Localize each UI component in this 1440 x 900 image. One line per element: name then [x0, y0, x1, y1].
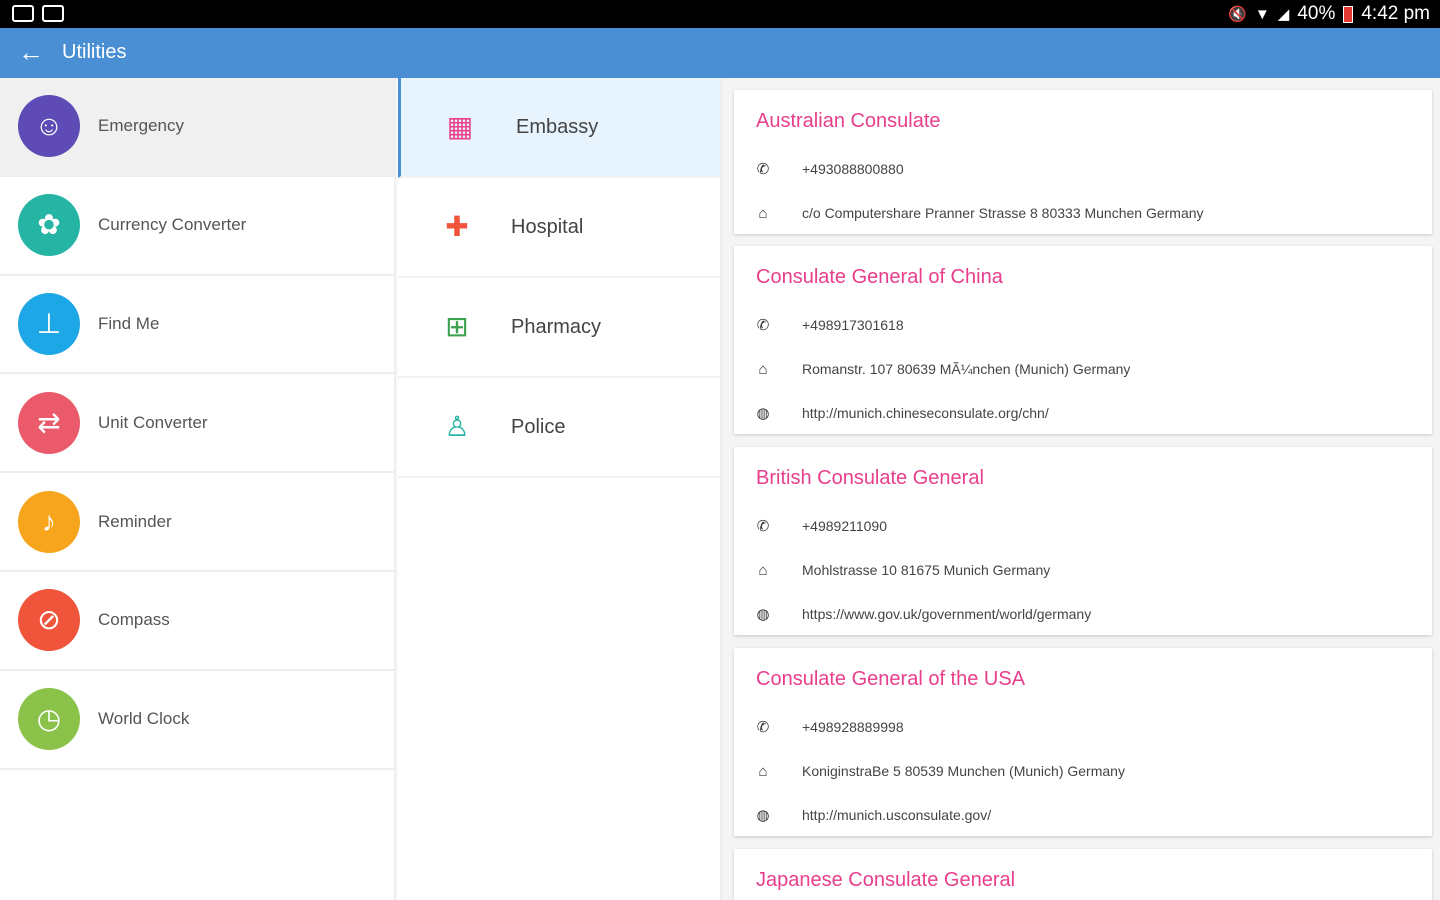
app-bar: ← Utilities	[0, 28, 1440, 78]
category-label: Police	[511, 415, 566, 438]
category-hospital[interactable]: ✚ Hospital	[398, 178, 720, 278]
sidebar-item-label: Emergency	[98, 116, 184, 136]
category-label: Pharmacy	[511, 315, 602, 338]
website-row[interactable]: ◍ https://www.gov.uk/government/world/ge…	[750, 603, 1091, 625]
address-row[interactable]: ⌂ Romanstr. 107 80639 MÃ¼nchen (Munich) …	[750, 358, 1130, 380]
home-icon: ⌂	[758, 561, 768, 579]
swap-icon: ⇄	[18, 391, 80, 454]
embassy-name: Australian Consulate	[756, 110, 941, 132]
battery-icon	[1343, 5, 1354, 23]
image-icon	[42, 5, 64, 22]
status-bar: 🔇 ▼ ◢ 40% 4:42 pm	[0, 0, 1440, 28]
embassy-list: Australian Consulate ✆ +493088800880 ⌂ c…	[722, 78, 1440, 900]
website-row[interactable]: ◍ http://munich.usconsulate.gov/	[750, 804, 991, 826]
phone-row[interactable]: ✆ +498917301618	[750, 314, 904, 336]
phone-number: +498928889998	[802, 719, 904, 735]
embassy-name: Japanese Consulate General	[756, 869, 1016, 891]
phone-icon: ✆	[756, 719, 770, 736]
website-link[interactable]: https://www.gov.uk/government/world/germ…	[802, 606, 1091, 622]
address-row[interactable]: ⌂ c/o Computershare Pranner Strasse 8 80…	[750, 202, 1203, 224]
phone-row[interactable]: ✆ +498928889998	[750, 716, 904, 738]
website-link[interactable]: http://munich.chineseconsulate.org/chn/	[802, 405, 1049, 421]
embassy-card[interactable]: Consulate General of China ✆ +4989173016…	[734, 246, 1432, 434]
sidebar-item-find-me[interactable]: ⊥ Find Me	[0, 276, 394, 375]
sidebar-item-world-clock[interactable]: ◷ World Clock	[0, 671, 394, 770]
category-pharmacy[interactable]: ⊞ Pharmacy	[398, 278, 720, 378]
address-row[interactable]: ⌂ Mohlstrasse 10 81675 Munich Germany	[750, 559, 1050, 581]
hospital-icon: ✚	[445, 211, 469, 242]
sidebar-item-reminder[interactable]: ♪ Reminder	[0, 473, 394, 572]
police-icon: ♙	[444, 411, 470, 442]
phone-icon: ✆	[756, 518, 770, 535]
home-icon: ⌂	[758, 762, 768, 780]
message-icon	[12, 5, 34, 22]
clock-icon: ◷	[18, 688, 80, 751]
emergency-icon: ☺	[18, 95, 80, 158]
home-icon: ⌂	[758, 360, 768, 378]
embassy-name: Consulate General of the USA	[756, 668, 1026, 690]
pin-icon: ⊥	[18, 292, 80, 355]
utilities-sidebar: ☺ Emergency ✿ Currency Converter ⊥ Find …	[0, 78, 396, 900]
phone-number: +498917301618	[802, 317, 904, 333]
home-icon: ⌂	[758, 204, 768, 222]
website-link[interactable]: http://munich.usconsulate.gov/	[802, 807, 991, 823]
sidebar-item-currency-converter[interactable]: ✿ Currency Converter	[0, 177, 394, 276]
phone-row[interactable]: ✆ +4989211090	[750, 515, 887, 537]
compass-icon: ⊘	[18, 589, 80, 652]
embassy-name: British Consulate General	[756, 467, 984, 489]
sidebar-item-label: Currency Converter	[98, 215, 247, 235]
mute-icon: 🔇	[1228, 6, 1247, 23]
globe-icon: ◍	[756, 807, 770, 824]
phone-number: +4989211090	[802, 518, 887, 534]
category-label: Hospital	[511, 215, 584, 238]
globe-icon: ◍	[756, 606, 770, 623]
notification-icons	[12, 5, 64, 22]
signal-icon: ◢	[1277, 6, 1290, 23]
phone-row[interactable]: ✆ +493088800880	[750, 158, 904, 180]
sidebar-item-emergency[interactable]: ☺ Emergency	[0, 78, 394, 177]
building-icon: ▦	[446, 111, 474, 142]
sidebar-item-label: Unit Converter	[98, 412, 208, 432]
back-arrow-icon[interactable]: ←	[16, 37, 46, 67]
sidebar-item-unit-converter[interactable]: ⇄ Unit Converter	[0, 374, 394, 474]
bell-icon: ♪	[18, 490, 80, 553]
sidebar-item-label: Find Me	[98, 313, 160, 333]
embassy-card[interactable]: British Consulate General ✆ +4989211090 …	[734, 447, 1432, 635]
website-row[interactable]: ◍ http://munich.chineseconsulate.org/chn…	[750, 402, 1048, 424]
wifi-icon: ▼	[1254, 5, 1270, 23]
sidebar-item-label: Compass	[98, 610, 170, 630]
phone-icon: ✆	[756, 317, 770, 334]
clock-time: 4:42 pm	[1361, 3, 1430, 24]
address-text: c/o Computershare Pranner Strasse 8 8033…	[802, 205, 1204, 221]
address-text: Romanstr. 107 80639 MÃ¼nchen (Munich) Ge…	[802, 361, 1131, 377]
phone-number: +493088800880	[802, 161, 904, 177]
globe-icon: ◍	[756, 405, 770, 422]
category-police[interactable]: ♙ Police	[398, 378, 720, 478]
embassy-card[interactable]: Consulate General of the USA ✆ +49892888…	[734, 648, 1432, 836]
sidebar-item-label: Reminder	[98, 511, 172, 531]
category-label: Embassy	[516, 115, 599, 138]
embassy-name: Consulate General of China	[756, 266, 1003, 288]
pharmacy-icon: ⊞	[445, 311, 469, 342]
address-text: KoniginstraBe 5 80539 Munchen (Munich) G…	[802, 763, 1125, 779]
page-title: Utilities	[62, 41, 127, 63]
sidebar-item-label: World Clock	[98, 709, 190, 729]
currency-icon: ✿	[18, 194, 80, 257]
category-embassy[interactable]: ▦ Embassy	[398, 78, 720, 178]
emergency-categories: ▦ Embassy ✚ Hospital ⊞ Pharmacy ♙ Police	[398, 78, 722, 900]
embassy-card[interactable]: Japanese Consulate General	[734, 849, 1432, 900]
phone-icon: ✆	[756, 161, 770, 178]
battery-percent: 40%	[1297, 3, 1336, 24]
sidebar-item-compass[interactable]: ⊘ Compass	[0, 572, 394, 671]
address-row[interactable]: ⌂ KoniginstraBe 5 80539 Munchen (Munich)…	[750, 760, 1124, 782]
address-text: Mohlstrasse 10 81675 Munich Germany	[802, 562, 1051, 578]
status-indicators: 🔇 ▼ ◢ 40% 4:42 pm	[1228, 3, 1430, 25]
embassy-card[interactable]: Australian Consulate ✆ +493088800880 ⌂ c…	[734, 90, 1432, 234]
